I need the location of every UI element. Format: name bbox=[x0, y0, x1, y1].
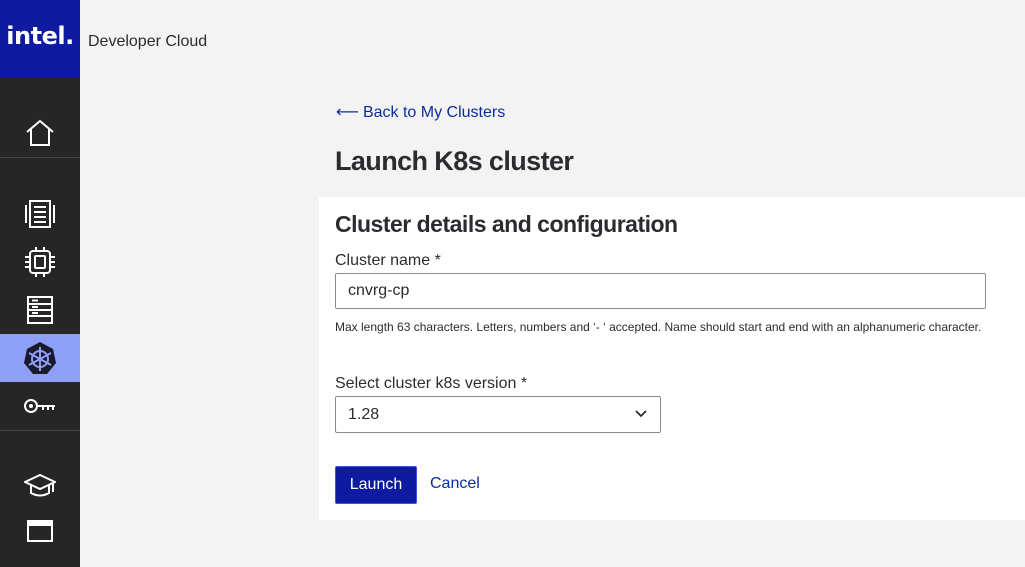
cancel-link[interactable]: Cancel bbox=[430, 475, 480, 493]
logo-text: intel. bbox=[6, 22, 74, 50]
cluster-form-card: Cluster details and configuration Cluste… bbox=[319, 197, 1025, 520]
cpu-chip-icon bbox=[25, 247, 55, 277]
version-label: Select cluster k8s version * bbox=[335, 375, 528, 392]
cluster-name-label: Cluster name * bbox=[335, 252, 441, 269]
storage-icon bbox=[27, 296, 53, 324]
key-icon bbox=[24, 399, 55, 413]
sidebar-item-instances[interactable] bbox=[0, 190, 80, 238]
server-rack-icon bbox=[25, 200, 55, 228]
sidebar-item-compute[interactable] bbox=[0, 238, 80, 286]
cluster-name-input[interactable] bbox=[335, 273, 986, 309]
home-icon bbox=[26, 119, 54, 146]
page-title: Launch K8s cluster bbox=[335, 146, 574, 176]
version-select[interactable]: 1.28 bbox=[335, 396, 661, 433]
version-select-value: 1.28 bbox=[348, 406, 380, 423]
section-title: Cluster details and configuration bbox=[335, 211, 678, 237]
arrow-left-icon: ⟵ bbox=[336, 104, 359, 121]
learning-cap-icon bbox=[24, 473, 56, 497]
launch-button[interactable]: Launch bbox=[335, 466, 417, 504]
back-link-label: Back to My Clusters bbox=[362, 104, 506, 121]
sidebar-item-console[interactable] bbox=[0, 507, 80, 555]
browser-window-icon bbox=[27, 520, 53, 542]
back-to-clusters-link[interactable]: ⟵ Back to My Clusters bbox=[336, 102, 505, 122]
cluster-name-help: Max length 63 characters. Letters, numbe… bbox=[335, 320, 982, 334]
kubernetes-icon bbox=[24, 342, 56, 374]
chevron-down-icon bbox=[635, 410, 647, 418]
sidebar-item-keys[interactable] bbox=[0, 382, 80, 430]
sidebar: intel. bbox=[0, 0, 80, 567]
intel-logo[interactable]: intel. bbox=[0, 0, 80, 77]
sidebar-divider bbox=[0, 430, 80, 431]
app-title: Developer Cloud bbox=[88, 33, 208, 50]
sidebar-divider bbox=[0, 157, 80, 158]
sidebar-item-home[interactable] bbox=[0, 109, 80, 157]
sidebar-item-kubernetes[interactable] bbox=[0, 334, 80, 382]
sidebar-item-learning[interactable] bbox=[0, 462, 80, 510]
sidebar-item-storage[interactable] bbox=[0, 286, 80, 334]
